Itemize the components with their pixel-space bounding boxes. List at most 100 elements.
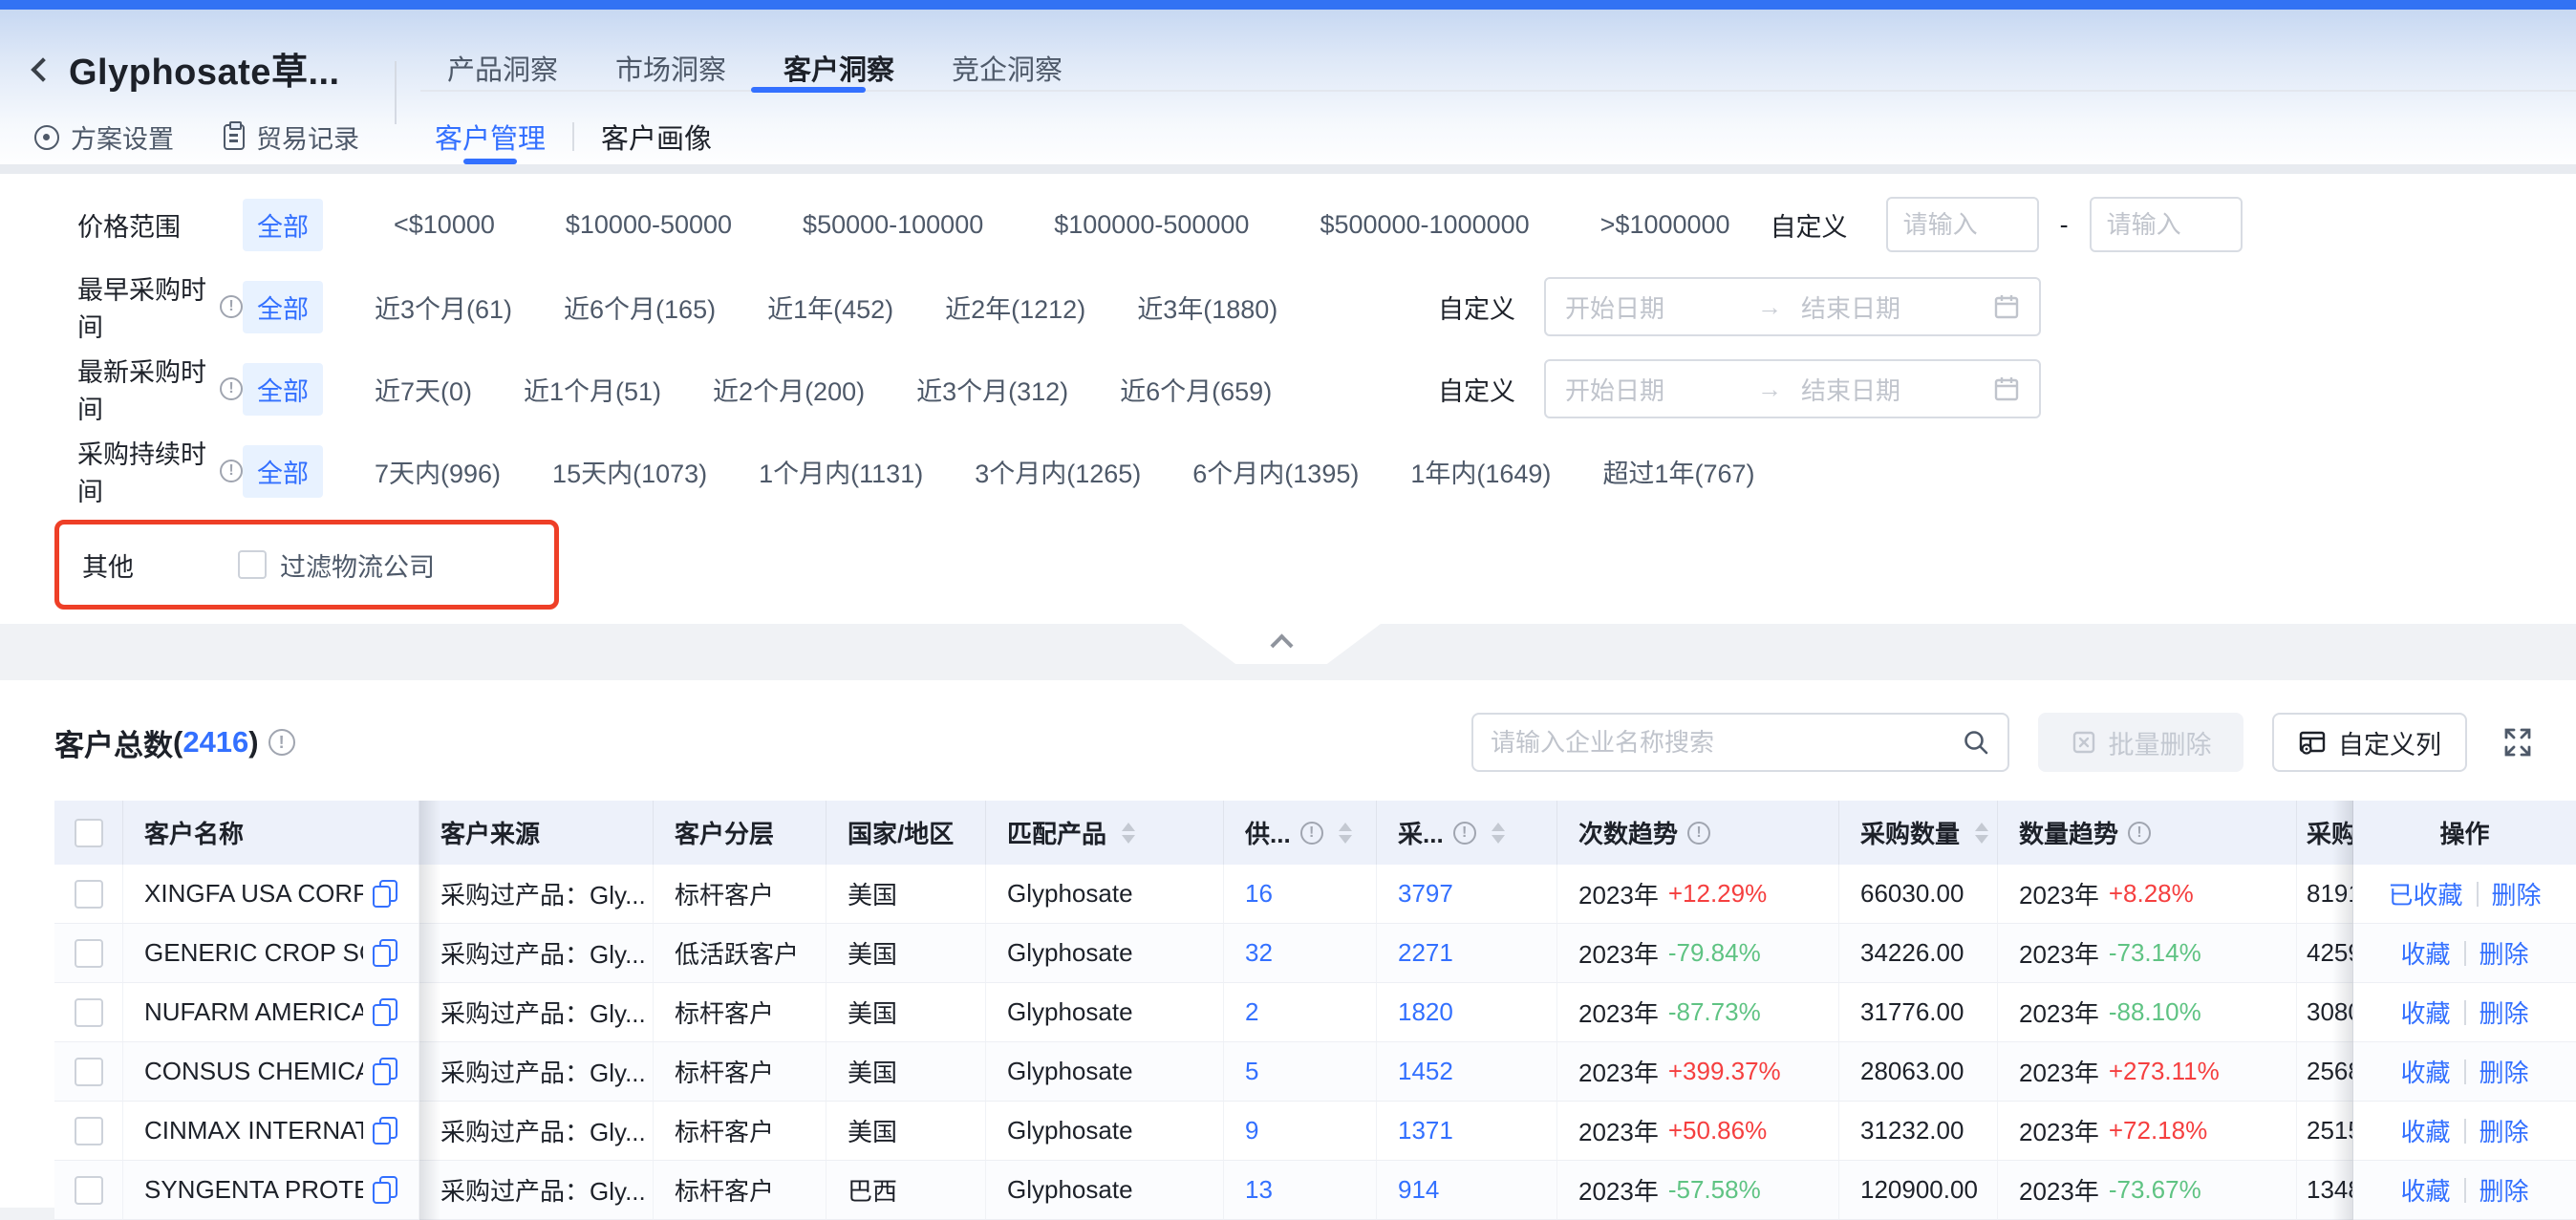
delete-link[interactable]: 删除: [2479, 935, 2529, 971]
copy-icon[interactable]: [373, 880, 397, 908]
earliest-date-range-picker[interactable]: 开始日期 → 结束日期: [1544, 277, 2041, 336]
row-checkbox[interactable]: [75, 1117, 103, 1145]
row-checkbox[interactable]: [75, 998, 103, 1027]
cell-qty: 120900.00: [1839, 1161, 1998, 1220]
favorite-link[interactable]: 收藏: [2400, 995, 2450, 1030]
filter-option[interactable]: 近7天(0): [375, 371, 472, 408]
filter-option[interactable]: 超过1年(767): [1602, 453, 1754, 490]
action-separator: [2477, 882, 2479, 907]
scheme-settings-button[interactable]: 方案设置: [34, 118, 174, 156]
filter-option[interactable]: 1个月内(1131): [759, 453, 923, 490]
price-custom-label[interactable]: 自定义: [1771, 206, 1848, 244]
sort-icon[interactable]: [1492, 823, 1505, 844]
filter-option[interactable]: $500000-1000000: [1320, 210, 1529, 240]
earliest-custom-label[interactable]: 自定义: [1438, 289, 1515, 326]
info-icon[interactable]: [268, 729, 295, 756]
copy-icon[interactable]: [373, 998, 397, 1026]
search-icon[interactable]: [1962, 728, 1990, 757]
favorite-link[interactable]: 收藏: [2400, 1113, 2450, 1148]
purchases-count-link[interactable]: 1452: [1398, 1057, 1453, 1086]
filter-option-all[interactable]: 全部: [243, 445, 323, 498]
suppliers-count-link[interactable]: 9: [1245, 1116, 1258, 1145]
subtab-customer-management[interactable]: 客户管理: [435, 117, 546, 157]
suppliers-count-link[interactable]: 13: [1245, 1175, 1273, 1205]
filter-option[interactable]: 近6个月(659): [1120, 371, 1272, 408]
price-min-input[interactable]: [1886, 197, 2039, 252]
suppliers-count-link[interactable]: 5: [1245, 1057, 1258, 1086]
info-icon[interactable]: [1300, 822, 1323, 845]
fullscreen-icon[interactable]: [2501, 726, 2534, 759]
row-checkbox[interactable]: [75, 939, 103, 968]
filter-option[interactable]: 近1年(452): [767, 289, 893, 326]
favorite-link[interactable]: 收藏: [2400, 1054, 2450, 1089]
back-icon[interactable]: [31, 57, 54, 81]
calendar-icon: [1993, 375, 2020, 402]
delete-link[interactable]: 删除: [2479, 1172, 2529, 1208]
custom-columns-button[interactable]: 自定义列: [2272, 713, 2467, 772]
select-all-checkbox[interactable]: [75, 819, 103, 847]
copy-icon[interactable]: [373, 1176, 397, 1204]
filter-option[interactable]: $10000-50000: [566, 210, 732, 240]
filter-option[interactable]: $50000-100000: [803, 210, 983, 240]
filter-option[interactable]: 3个月内(1265): [975, 453, 1141, 490]
sort-icon[interactable]: [1339, 823, 1352, 844]
batch-delete-button[interactable]: 批量删除: [2038, 713, 2243, 772]
filter-option-all[interactable]: 全部: [243, 199, 323, 251]
subtab-customer-profile[interactable]: 客户画像: [601, 117, 712, 157]
suppliers-count-link[interactable]: 32: [1245, 938, 1273, 968]
info-icon[interactable]: [220, 295, 243, 318]
col-header-qty-trend: 数量趋势: [1998, 801, 2297, 865]
filter-option[interactable]: <$10000: [394, 210, 495, 240]
info-icon[interactable]: [220, 460, 243, 482]
info-icon[interactable]: [220, 377, 243, 400]
filter-option[interactable]: 近3个月(61): [375, 289, 512, 326]
favorite-link[interactable]: 收藏: [2400, 935, 2450, 971]
filter-option[interactable]: >$1000000: [1600, 210, 1730, 240]
filter-option[interactable]: 近3年(1880): [1137, 289, 1277, 326]
filter-option[interactable]: 近1个月(51): [524, 371, 661, 408]
filter-option[interactable]: 7天内(996): [375, 453, 501, 490]
filter-logistics-checkbox[interactable]: [238, 550, 267, 579]
filter-option[interactable]: 6个月内(1395): [1192, 453, 1359, 490]
delete-link[interactable]: 删除: [2479, 995, 2529, 1030]
filter-option-all[interactable]: 全部: [243, 281, 323, 333]
filter-option-all[interactable]: 全部: [243, 363, 323, 416]
filter-option[interactable]: 近2个月(200): [713, 371, 865, 408]
suppliers-count-link[interactable]: 16: [1245, 879, 1273, 909]
favorite-link[interactable]: 已收藏: [2388, 876, 2462, 911]
collapse-filters-tab[interactable]: [1182, 624, 1381, 664]
info-icon[interactable]: [2128, 822, 2151, 845]
filter-option[interactable]: 15天内(1073): [552, 453, 707, 490]
filter-option[interactable]: 近6个月(165): [564, 289, 716, 326]
info-icon[interactable]: [1453, 822, 1476, 845]
purchases-count-link[interactable]: 914: [1398, 1175, 1439, 1205]
favorite-link[interactable]: 收藏: [2400, 1172, 2450, 1208]
trade-records-button[interactable]: 贸易记录: [224, 118, 359, 156]
price-max-input[interactable]: [2090, 197, 2243, 252]
purchases-count-link[interactable]: 1820: [1398, 997, 1453, 1027]
delete-link[interactable]: 删除: [2479, 1113, 2529, 1148]
start-date-placeholder: 开始日期: [1565, 372, 1750, 407]
filter-option[interactable]: 近3个月(312): [916, 371, 1068, 408]
sort-icon[interactable]: [1122, 823, 1135, 844]
latest-custom-label[interactable]: 自定义: [1438, 371, 1515, 408]
suppliers-count-link[interactable]: 2: [1245, 997, 1258, 1027]
company-search-input[interactable]: [1491, 728, 1962, 758]
row-checkbox[interactable]: [75, 1176, 103, 1205]
purchases-count-link[interactable]: 2271: [1398, 938, 1453, 968]
copy-icon[interactable]: [373, 939, 397, 967]
delete-link[interactable]: 删除: [2479, 1054, 2529, 1089]
filter-option[interactable]: 近2年(1212): [945, 289, 1085, 326]
sort-icon[interactable]: [1975, 823, 1988, 844]
purchases-count-link[interactable]: 1371: [1398, 1116, 1453, 1145]
info-icon[interactable]: [1687, 822, 1710, 845]
purchases-count-link[interactable]: 3797: [1398, 879, 1453, 909]
copy-icon[interactable]: [373, 1058, 397, 1085]
filter-option[interactable]: $100000-500000: [1054, 210, 1249, 240]
filter-option[interactable]: 1年内(1649): [1410, 453, 1551, 490]
delete-link[interactable]: 删除: [2492, 876, 2542, 911]
latest-date-range-picker[interactable]: 开始日期 → 结束日期: [1544, 359, 2041, 418]
row-checkbox[interactable]: [75, 880, 103, 909]
row-checkbox[interactable]: [75, 1058, 103, 1086]
copy-icon[interactable]: [373, 1117, 397, 1145]
